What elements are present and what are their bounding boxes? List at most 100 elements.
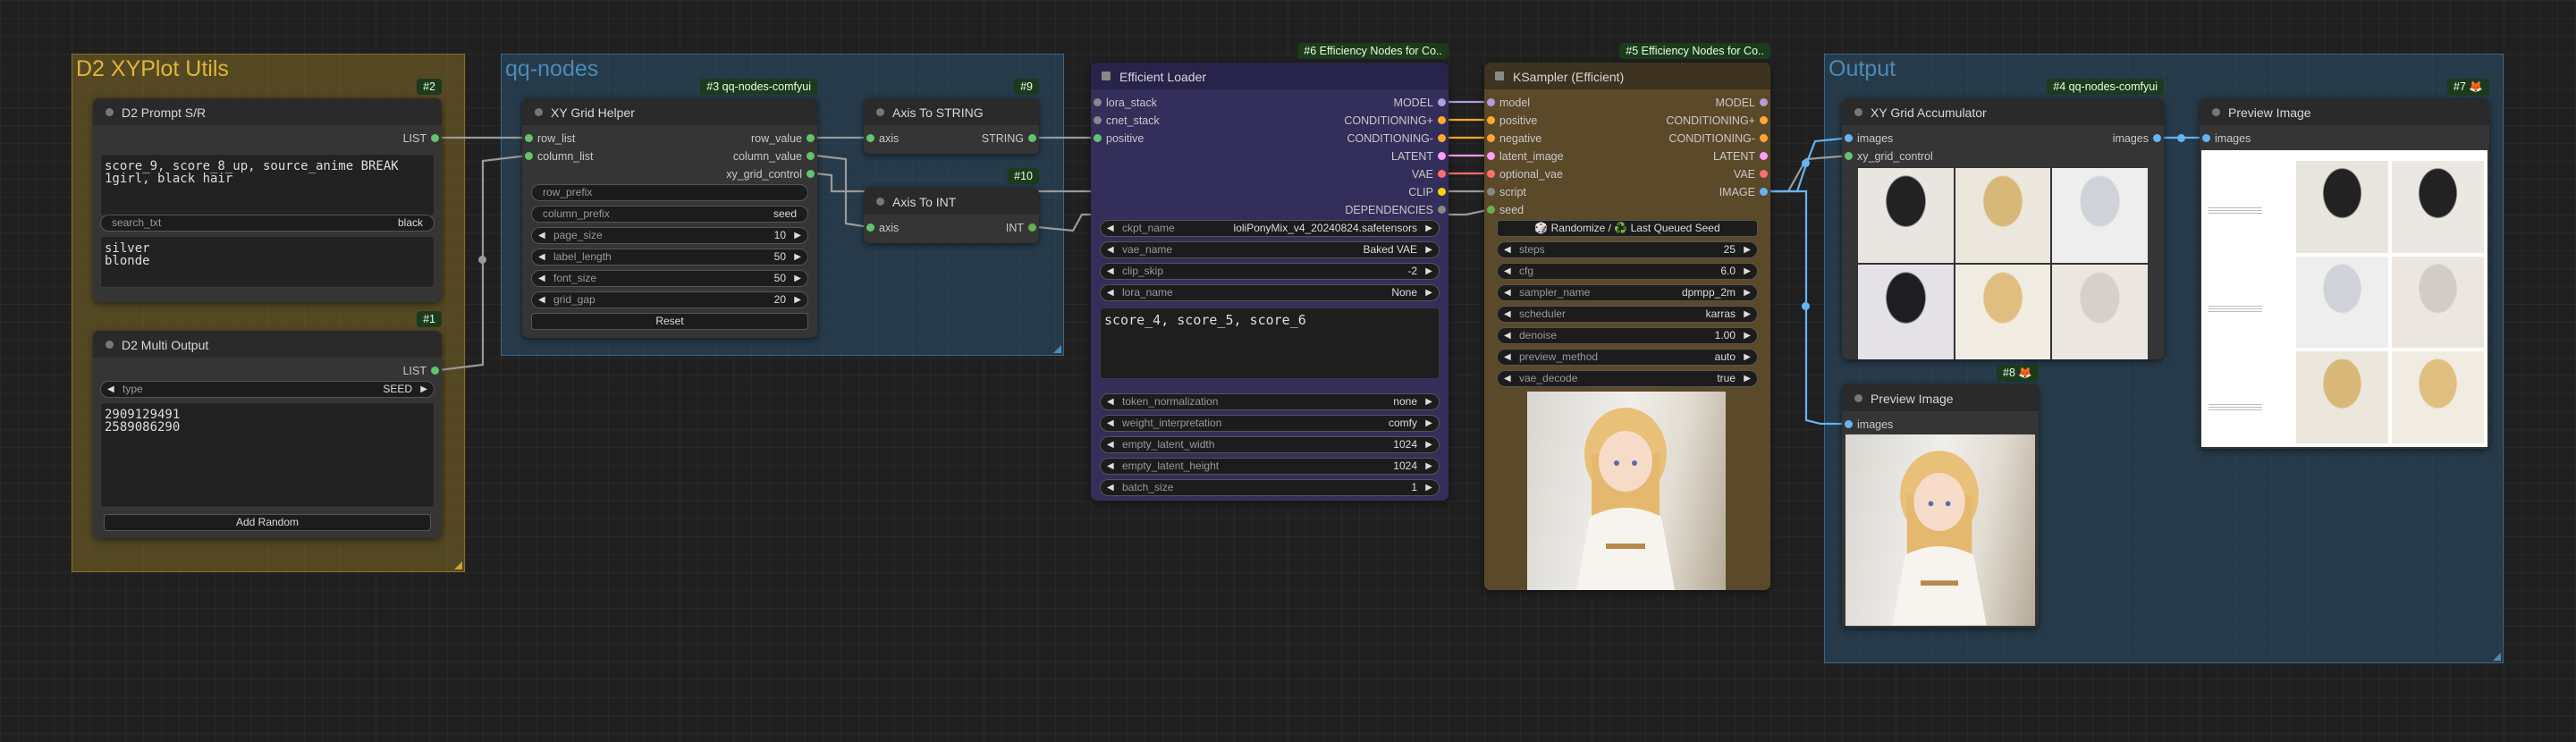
label-length-stepper[interactable]: ◀ label_length 50 ▶ bbox=[531, 249, 808, 266]
collapse-dot[interactable] bbox=[1854, 394, 1862, 402]
input-latent-image[interactable]: latent_image bbox=[1484, 149, 1564, 164]
output-slot[interactable] bbox=[1760, 98, 1768, 106]
output-slot[interactable] bbox=[1438, 206, 1446, 214]
output-vae[interactable]: VAE bbox=[1734, 167, 1770, 181]
arrow-right-icon[interactable]: ▶ bbox=[1425, 459, 1432, 474]
output-slot[interactable] bbox=[1760, 134, 1768, 142]
arrow-right-icon[interactable]: ▶ bbox=[1425, 221, 1432, 236]
node-xy-grid-accumulator[interactable]: #4 qq-nodes-comfyui XY Grid Accumulator … bbox=[1842, 79, 2164, 359]
input-column-list[interactable]: column_list bbox=[522, 149, 594, 164]
input-row-list[interactable]: row_list bbox=[522, 131, 575, 146]
arrow-right-icon[interactable]: ▶ bbox=[1744, 264, 1751, 279]
input-positive[interactable]: positive bbox=[1091, 131, 1144, 146]
output-latent[interactable]: LATENT bbox=[1391, 149, 1448, 164]
arrow-right-icon[interactable]: ▶ bbox=[1425, 242, 1432, 257]
input-slot[interactable] bbox=[1094, 134, 1102, 142]
arrow-right-icon[interactable]: ▶ bbox=[1425, 437, 1432, 452]
output-slot[interactable] bbox=[1028, 134, 1036, 142]
arrow-left-icon[interactable]: ◀ bbox=[1504, 285, 1511, 300]
font-size-stepper[interactable]: ◀ font_size 50 ▶ bbox=[531, 270, 808, 287]
weight-interpretation-combo[interactable]: ◀ weight_interpretation comfy ▶ bbox=[1100, 415, 1440, 432]
node-header[interactable]: XY Grid Helper bbox=[522, 98, 817, 125]
ksampler-preview-image[interactable] bbox=[1527, 392, 1726, 590]
randomize-seed-button[interactable]: 🎲 Randomize / ♻️ Last Queued Seed bbox=[1497, 220, 1758, 237]
arrow-left-icon[interactable]: ◀ bbox=[1107, 264, 1114, 279]
arrow-left-icon[interactable]: ◀ bbox=[1504, 350, 1511, 365]
collapse-square[interactable] bbox=[1102, 72, 1111, 80]
node-d2-multi-output[interactable]: #1 D2 Multi Output LIST ◀ type SEED ▶ 29091… bbox=[93, 311, 442, 538]
output-conditioning-neg[interactable]: CONDITIONING- bbox=[1347, 131, 1448, 146]
arrow-right-icon[interactable]: ▶ bbox=[1744, 307, 1751, 322]
input-negative[interactable]: negative bbox=[1484, 131, 1541, 146]
lora-name-combo[interactable]: ◀ lora_name None ▶ bbox=[1100, 284, 1440, 301]
arrow-left-icon[interactable]: ◀ bbox=[538, 249, 545, 265]
node-header[interactable]: D2 Multi Output bbox=[93, 331, 442, 358]
node-d2-prompt-sr[interactable]: #2 D2 Prompt S/R LIST score_9, score_8_u… bbox=[93, 79, 442, 302]
output-slot[interactable] bbox=[1438, 152, 1446, 160]
input-slot[interactable] bbox=[1845, 420, 1853, 428]
grid-gap-stepper[interactable]: ◀ grid_gap 20 ▶ bbox=[531, 291, 808, 308]
input-axis[interactable]: axis bbox=[864, 221, 899, 235]
input-slot[interactable] bbox=[525, 152, 533, 160]
node-header[interactable]: KSampler (Efficient) bbox=[1484, 63, 1770, 89]
search-txt-field[interactable]: search_txt black bbox=[100, 215, 435, 232]
output-image[interactable]: IMAGE bbox=[1719, 185, 1770, 199]
token-normalization-combo[interactable]: ◀ token_normalization none ▶ bbox=[1100, 393, 1440, 410]
node-header[interactable]: Preview Image bbox=[1842, 384, 2039, 411]
collapse-dot[interactable] bbox=[535, 108, 543, 116]
input-slot[interactable] bbox=[1094, 98, 1102, 106]
group-resize-handle[interactable] bbox=[454, 561, 462, 569]
output-vae[interactable]: VAE bbox=[1412, 167, 1448, 181]
node-preview-image-7[interactable]: #7 🦊 Preview Image images bbox=[2200, 79, 2489, 449]
input-images[interactable]: images bbox=[1842, 131, 1893, 146]
arrow-left-icon[interactable]: ◀ bbox=[1504, 264, 1511, 279]
row-prefix-field[interactable]: row_prefix bbox=[531, 184, 808, 201]
node-header[interactable]: Axis To INT bbox=[864, 188, 1039, 215]
node-preview-image-8[interactable]: #8 🦊 Preview Image images bbox=[1842, 365, 2039, 628]
input-images[interactable]: images bbox=[1842, 417, 1893, 432]
column-prefix-field[interactable]: column_prefix seed bbox=[531, 206, 808, 223]
input-model[interactable]: model bbox=[1484, 96, 1530, 110]
output-slot[interactable] bbox=[1760, 170, 1768, 178]
type-combo[interactable]: ◀ type SEED ▶ bbox=[100, 381, 435, 398]
collapse-dot[interactable] bbox=[876, 108, 884, 116]
node-efficient-loader[interactable]: #6 Efficiency Nodes for Co.. Efficient L… bbox=[1091, 43, 1448, 501]
replace-textarea[interactable]: silver blonde bbox=[100, 236, 435, 288]
input-axis[interactable]: axis bbox=[864, 131, 899, 146]
input-images[interactable]: images bbox=[2200, 131, 2251, 146]
input-slot[interactable] bbox=[1845, 152, 1853, 160]
input-slot[interactable] bbox=[1487, 98, 1495, 106]
accumulator-image-grid[interactable] bbox=[1858, 168, 2148, 359]
node-axis-to-string[interactable]: #9 Axis To STRING axis STRING bbox=[864, 79, 1039, 154]
output-conditioning-pos[interactable]: CONDITIONING+ bbox=[1666, 114, 1770, 128]
output-column-value[interactable]: column_value bbox=[733, 149, 817, 164]
input-slot[interactable] bbox=[1487, 116, 1495, 124]
negative-prompt-textarea[interactable]: score_4, score_5, score_6 bbox=[1100, 308, 1440, 379]
arrow-left-icon[interactable]: ◀ bbox=[107, 382, 114, 397]
arrow-left-icon[interactable]: ◀ bbox=[1107, 459, 1114, 474]
output-slot[interactable] bbox=[1760, 188, 1768, 196]
output-list[interactable]: LIST bbox=[403, 131, 442, 146]
reroute-dot[interactable] bbox=[2177, 134, 2185, 142]
output-dependencies[interactable]: DEPENDENCIES bbox=[1345, 203, 1448, 217]
output-list[interactable]: LIST bbox=[403, 364, 442, 378]
collapse-dot[interactable] bbox=[2212, 108, 2220, 116]
cfg-stepper[interactable]: ◀ cfg 6.0 ▶ bbox=[1497, 263, 1758, 280]
arrow-right-icon[interactable]: ▶ bbox=[1744, 350, 1751, 365]
output-slot[interactable] bbox=[1438, 188, 1446, 196]
arrow-left-icon[interactable]: ◀ bbox=[1107, 437, 1114, 452]
output-slot[interactable] bbox=[1760, 152, 1768, 160]
reset-button[interactable]: Reset bbox=[531, 313, 808, 330]
collapse-square[interactable] bbox=[1495, 72, 1504, 80]
arrow-right-icon[interactable]: ▶ bbox=[1744, 371, 1751, 386]
input-slot[interactable] bbox=[866, 134, 874, 142]
output-conditioning-pos[interactable]: CONDITIONING+ bbox=[1344, 114, 1448, 128]
arrow-right-icon[interactable]: ▶ bbox=[1744, 285, 1751, 300]
vae-decode-combo[interactable]: ◀ vae_decode true ▶ bbox=[1497, 370, 1758, 387]
arrow-left-icon[interactable]: ◀ bbox=[1107, 242, 1114, 257]
xy-plot-result-image[interactable] bbox=[2201, 150, 2487, 447]
vae-name-combo[interactable]: ◀ vae_name Baked VAE ▶ bbox=[1100, 241, 1440, 258]
collapse-dot[interactable] bbox=[1854, 108, 1862, 116]
arrow-left-icon[interactable]: ◀ bbox=[1504, 242, 1511, 257]
arrow-right-icon[interactable]: ▶ bbox=[1425, 480, 1432, 495]
